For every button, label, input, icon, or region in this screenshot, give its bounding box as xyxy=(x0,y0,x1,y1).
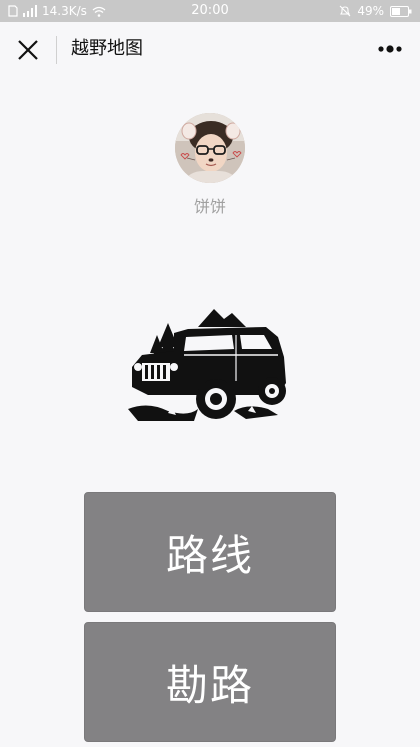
status-bar: 14.3K/s 20:00 49% xyxy=(0,0,420,22)
battery-icon xyxy=(390,5,412,17)
route-button[interactable]: 路线 xyxy=(84,492,336,612)
navigation-bar: 越野地图 xyxy=(0,22,420,76)
close-icon xyxy=(18,40,38,60)
alarm-off-icon xyxy=(339,5,351,17)
page-title: 越野地图 xyxy=(71,38,143,59)
username: 饼饼 xyxy=(193,197,226,216)
status-bar-right: 49% xyxy=(339,0,412,22)
battery-percent: 49% xyxy=(357,4,384,18)
mini-program-page: 14.3K/s 20:00 49% 越野地图 饼饼 路线 勘路 xyxy=(0,0,420,747)
offroad-car-logo xyxy=(128,305,292,425)
more-icon xyxy=(378,45,402,53)
avatar[interactable] xyxy=(175,113,245,183)
close-button[interactable] xyxy=(12,34,44,66)
title-divider xyxy=(56,36,57,64)
more-button[interactable] xyxy=(370,34,410,64)
survey-route-button[interactable]: 勘路 xyxy=(84,622,336,742)
